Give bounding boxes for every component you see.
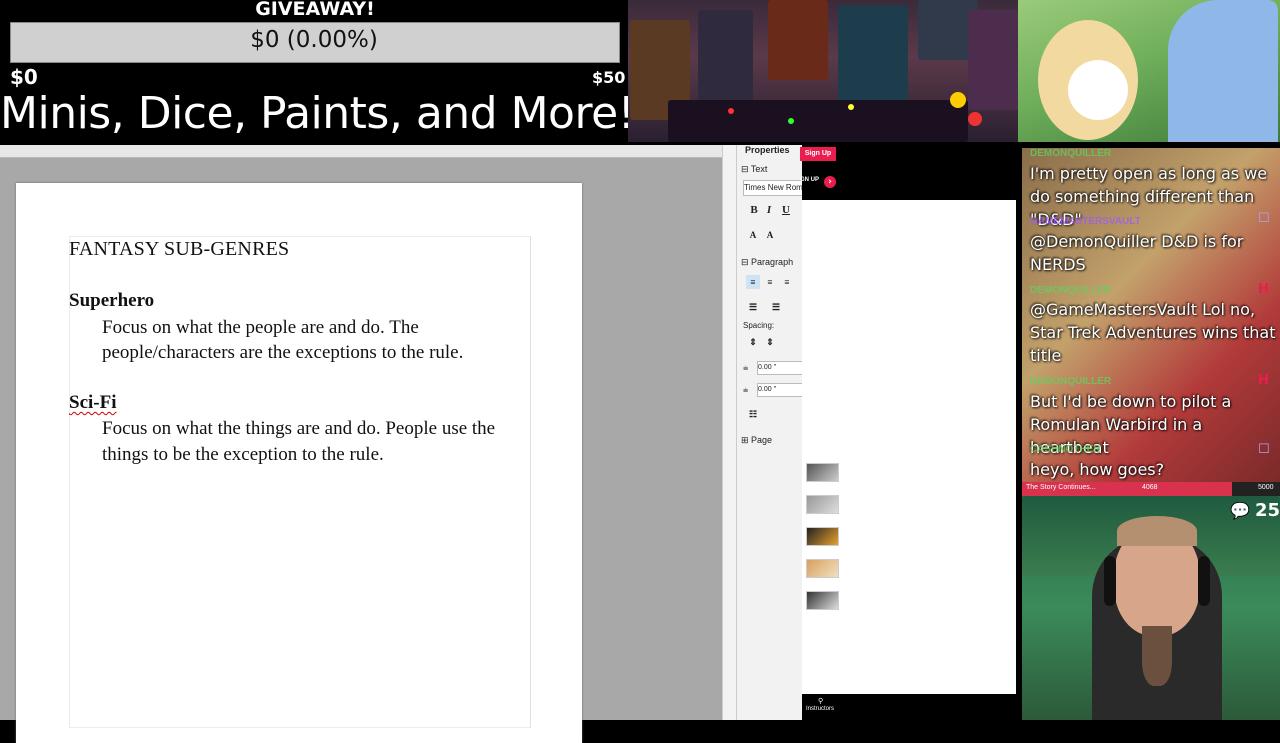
- giveaway-max-label: $50: [592, 68, 626, 87]
- badge-icon: ☐: [1258, 442, 1270, 457]
- font-name-select[interactable]: Times New Roman: [743, 180, 803, 196]
- underline-button[interactable]: U: [779, 203, 793, 217]
- bullet-list-icon[interactable]: ☰: [746, 300, 760, 314]
- thumbnail-image[interactable]: [806, 495, 839, 514]
- section-heading[interactable]: Superhero: [69, 290, 154, 312]
- properties-panel: Properties ⊟ Text Times New Roman B I U …: [736, 145, 803, 720]
- thumbnail-image[interactable]: [806, 591, 839, 610]
- signup-button[interactable]: Sign Up: [800, 147, 836, 161]
- font-color-icon[interactable]: A: [746, 228, 760, 242]
- signup-link[interactable]: GN UP: [800, 177, 819, 183]
- goal-label: The Story Continues...: [1026, 484, 1096, 491]
- giveaway-headline: Minis, Dice, Paints, and More!: [0, 88, 635, 139]
- numbered-list-icon[interactable]: ☰: [769, 300, 783, 314]
- chat-message: @GameMastersVault Lol no, Star Trek Adve…: [1030, 300, 1276, 365]
- chat-username: DEMONQUILLER: [1030, 285, 1112, 296]
- text-section-toggle[interactable]: ⊟ Text: [741, 164, 767, 175]
- webcam-feed: [1022, 496, 1280, 720]
- thumbnail-image[interactable]: [806, 527, 839, 546]
- space-above-input[interactable]: 0.00 ": [757, 361, 803, 375]
- giveaway-progress-text: $0 (0.00%): [250, 27, 378, 53]
- viewer-count: 25: [1255, 500, 1280, 521]
- badge-icon: H: [1258, 373, 1269, 388]
- giveaway-min-label: $0: [10, 65, 38, 89]
- paragraph-spacing-icon[interactable]: ⇕: [763, 335, 777, 349]
- thumbnail-image[interactable]: [806, 463, 839, 482]
- badge-icon: H: [1258, 282, 1269, 297]
- document-title[interactable]: FANTASY SUB-GENRES: [69, 238, 289, 261]
- section-body[interactable]: Focus on what the things are and do. Peo…: [102, 416, 532, 467]
- page-section-label: Page: [751, 435, 773, 445]
- web-panel: [802, 145, 1016, 720]
- arcade-scene-image: [628, 0, 1022, 142]
- chat-message: heyo, how goes?: [1030, 460, 1165, 479]
- web-footer: [802, 694, 1016, 720]
- panel-splitter[interactable]: [722, 145, 737, 720]
- person-icon[interactable]: ⚲: [818, 697, 823, 705]
- section-body[interactable]: Focus on what the people are and do. The…: [102, 315, 532, 365]
- italic-button[interactable]: I: [762, 203, 776, 217]
- arrow-right-icon[interactable]: ›: [824, 176, 836, 188]
- space-below-input[interactable]: 0.00 ": [757, 383, 803, 397]
- space-above-icon: ⩧: [743, 363, 749, 373]
- viewer-count-icon: 💬: [1230, 501, 1250, 520]
- mascot-illustration: [1018, 0, 1280, 142]
- chat-username: GAMEMASTERSVAULT: [1030, 216, 1141, 227]
- paragraph-section-toggle[interactable]: ⊟ Paragraph: [741, 257, 793, 268]
- giveaway-title: GIVEAWAY!: [255, 0, 375, 20]
- thumbnail-image[interactable]: [806, 559, 839, 578]
- space-below-icon: ⩧: [743, 385, 749, 395]
- line-height-icon[interactable]: ☷: [746, 407, 760, 421]
- instructors-link[interactable]: Instructors: [806, 706, 834, 712]
- spacing-label: Spacing:: [743, 321, 775, 330]
- paragraph-section-label: Paragraph: [751, 257, 794, 267]
- highlight-color-icon[interactable]: A: [763, 228, 777, 242]
- chat-username: CASHNOTHER: [1030, 444, 1101, 455]
- chat-username: DEMONQUILLER: [1030, 376, 1112, 387]
- align-right-icon[interactable]: ≡: [780, 275, 794, 289]
- horizontal-ruler[interactable]: [0, 145, 722, 158]
- chat-username: DEMONQUILLER: [1030, 148, 1112, 159]
- properties-header: Properties: [745, 145, 790, 155]
- page-section-toggle[interactable]: ⊞ Page: [741, 435, 772, 446]
- section-heading[interactable]: Sci-Fi: [69, 392, 117, 414]
- badge-icon: ☐: [1258, 211, 1270, 226]
- align-left-icon[interactable]: ≡: [746, 275, 760, 289]
- chat-message: @DemonQuiller D&D is for NERDS: [1030, 232, 1244, 274]
- goal-current-value: 4068: [1142, 484, 1158, 491]
- goal-max-value: 5000: [1258, 484, 1274, 491]
- line-spacing-icon[interactable]: ⇕: [746, 335, 760, 349]
- bold-button[interactable]: B: [747, 203, 761, 217]
- text-section-label: Text: [750, 164, 768, 174]
- align-center-icon[interactable]: ≡: [763, 275, 777, 289]
